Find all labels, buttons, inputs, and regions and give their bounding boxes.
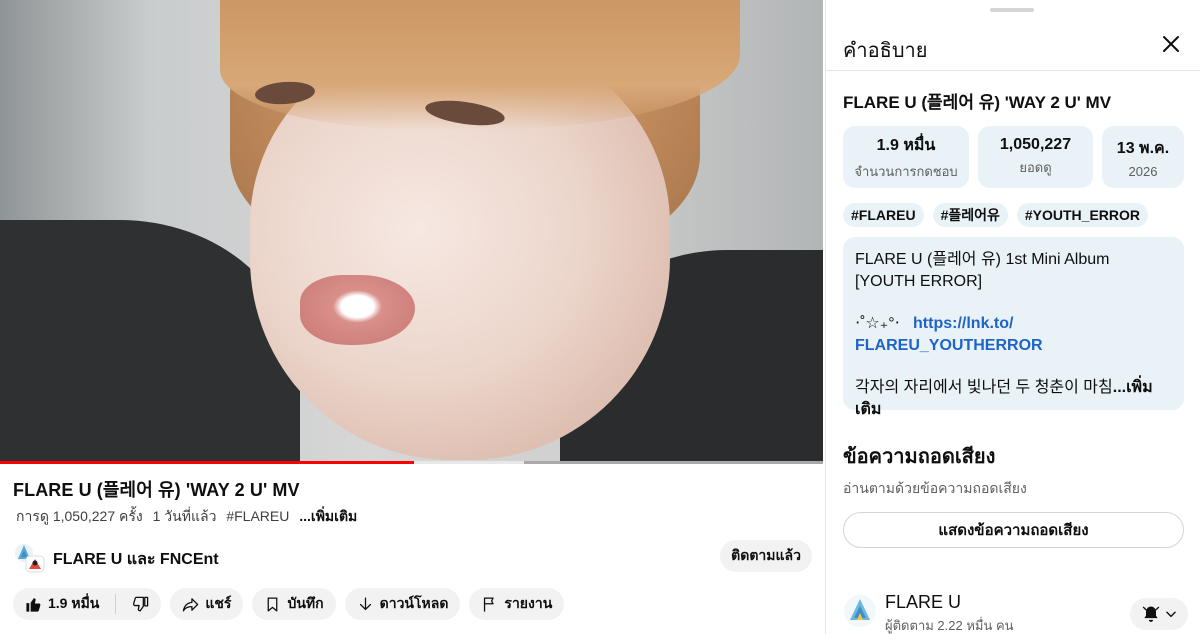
show-transcript-button[interactable]: แสดงข้อความถอดเสียง	[843, 512, 1184, 548]
video-title: FLARE U (플레어 유) 'WAY 2 U' MV	[13, 480, 300, 500]
panel-channel-avatar[interactable]	[843, 594, 877, 628]
channel-avatar[interactable]	[14, 541, 46, 573]
stat-date: 13 พ.ค. 2026	[1102, 126, 1184, 188]
stats-row: 1.9 หมื่น จำนวนการกดชอบ 1,050,227 ยอดดู …	[843, 126, 1184, 188]
notification-button[interactable]	[1130, 598, 1188, 630]
report-label: รายงาน	[504, 595, 553, 611]
description-link[interactable]: https://lnk.to/	[913, 315, 1013, 332]
panel-header: คำอธิบาย	[843, 40, 928, 62]
description-box[interactable]: FLARE U (플레어 유) 1st Mini Album [YOUTH ER…	[843, 237, 1184, 418]
video-progress-bar[interactable]	[0, 461, 823, 464]
video-player[interactable]	[0, 0, 823, 462]
stat-label: ยอดดู	[1019, 160, 1052, 175]
upload-age: 1 วันที่แล้ว	[152, 508, 217, 524]
like-divider	[115, 594, 117, 614]
stat-label: จำนวนการกดชอบ	[854, 163, 958, 179]
channel-row: FLARE U และ FNCEnt ติดตามแล้ว	[14, 540, 814, 573]
close-button[interactable]	[1161, 34, 1181, 54]
avatar-image	[15, 544, 45, 573]
share-label: แชร์	[205, 595, 232, 611]
stat-value: 1,050,227	[999, 136, 1072, 153]
action-bar: 1.9 หมื่น แชร์ บันทึก ดาวน์โหลด รายงาน	[13, 588, 565, 620]
drag-handle[interactable]	[990, 8, 1034, 12]
thumbs-up-icon	[26, 597, 41, 612]
chevron-down-icon	[1165, 611, 1176, 618]
like-button[interactable]: 1.9 หมื่น	[13, 588, 109, 620]
dislike-button[interactable]	[122, 588, 161, 620]
stat-label: 2026	[1128, 163, 1158, 179]
panel-video-title: FLARE U (플레어 유) 'WAY 2 U' MV	[843, 93, 1112, 112]
panel-channel-row: FLARE U ผู้ติดตาม 2.22 หมื่น คน	[843, 590, 1188, 634]
stat-value: 1.9 หมื่น	[876, 136, 936, 154]
stat-views: 1,050,227 ยอดดู	[978, 126, 1093, 188]
save-label: บันทึก	[287, 595, 324, 611]
description-line: FLARE U (플레어 유) 1st Mini Album	[855, 251, 1110, 268]
bell-icon	[1142, 606, 1159, 622]
subscribed-button[interactable]: ติดตามแล้ว	[720, 540, 812, 572]
hashtag-chip[interactable]: #플레어유	[932, 203, 1008, 227]
description-panel: คำอธิบาย FLARE U (플레어 유) 'WAY 2 U' MV 1.…	[825, 0, 1200, 634]
like-dislike-group: 1.9 หมื่น	[13, 588, 162, 620]
flag-icon	[484, 596, 495, 612]
channel-name[interactable]: FLARE U และ FNCEnt	[53, 547, 219, 572]
share-button[interactable]: แชร์	[170, 588, 244, 620]
hashtag-chip[interactable]: #FLAREU	[843, 203, 924, 227]
share-icon	[183, 597, 199, 612]
view-count: การดู 1,050,227 ครั้ง	[16, 508, 143, 524]
download-label: ดาวน์โหลด	[379, 595, 449, 611]
stat-likes: 1.9 หมื่น จำนวนการกดชอบ	[843, 126, 969, 188]
thumbs-down-icon	[133, 596, 149, 612]
show-more-link[interactable]: ...เพิ่มเติม	[299, 508, 357, 524]
bookmark-icon	[268, 596, 278, 612]
close-icon	[1163, 36, 1179, 52]
download-icon	[359, 596, 371, 610]
transcript-subtitle: อ่านตามด้วยข้อความถอดเสียง	[843, 480, 1027, 496]
video-meta[interactable]: การดู 1,050,227 ครั้ง 1 วันที่แล้ว #FLAR…	[16, 506, 363, 528]
hashtag-row: #FLAREU #플레어유 #YOUTH_ERROR	[843, 203, 1149, 227]
panel-channel-name[interactable]: FLARE U	[885, 592, 961, 613]
progress-played	[0, 461, 414, 464]
description-text: 각자의 자리에서 빛나던 두 청춘이 마침	[855, 379, 1113, 396]
hashtag-chip[interactable]: #YOUTH_ERROR	[1016, 203, 1149, 227]
progress-buffered	[413, 461, 525, 464]
panel-channel-subs: ผู้ติดตาม 2.22 หมื่น คน	[885, 618, 1014, 633]
like-count: 1.9 หมื่น	[48, 595, 100, 611]
description-link-cont[interactable]: FLAREU_YOUTHERROR	[855, 337, 1043, 354]
video-hashtag[interactable]: #FLAREU	[226, 508, 289, 524]
description-decoration: ⋅˚☆₊°⋅	[855, 315, 900, 332]
description-line: [YOUTH ERROR]	[855, 273, 983, 290]
save-button[interactable]: บันทึก	[252, 588, 336, 620]
panel-divider	[826, 70, 1200, 71]
report-button[interactable]: รายงาน	[469, 588, 565, 620]
description-link-line: ⋅˚☆₊°⋅ https://lnk.to/	[855, 313, 1172, 335]
download-button[interactable]: ดาวน์โหลด	[344, 588, 461, 620]
avatar-image	[844, 595, 876, 627]
description-line: 각자의 자리에서 빛나던 두 청춘이 마침...เพิ่มเติม	[855, 377, 1172, 421]
stat-value: 13 พ.ค.	[1116, 139, 1170, 157]
transcript-heading: ข้อความถอดเสียง	[843, 446, 996, 468]
